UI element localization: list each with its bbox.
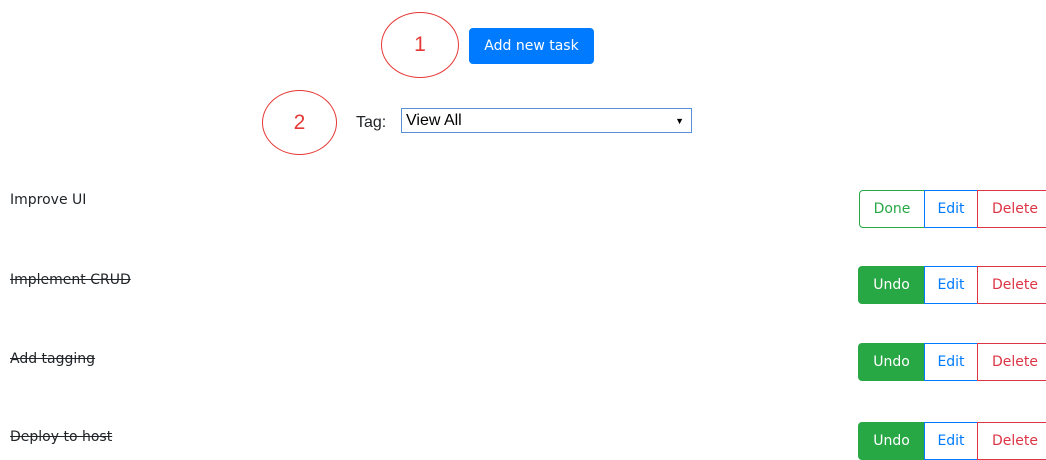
delete-button[interactable]: Delete (977, 190, 1046, 228)
delete-button[interactable]: Delete (977, 266, 1046, 304)
annotation-marker-2: 2 (262, 90, 337, 155)
add-task-button[interactable]: Add new task (469, 28, 594, 64)
delete-button[interactable]: Delete (977, 343, 1046, 381)
undo-button[interactable]: Undo (858, 266, 925, 304)
task-row: Deploy to host Undo Edit Delete (0, 420, 1046, 460)
edit-button[interactable]: Edit (924, 343, 978, 381)
annotation-marker-label: 1 (414, 33, 426, 56)
task-row: Implement CRUD Undo Edit Delete (0, 264, 1046, 304)
tag-filter-value: View All (406, 111, 462, 129)
task-title: Add tagging (10, 351, 96, 367)
task-row: Add tagging Undo Edit Delete (0, 342, 1046, 382)
annotation-marker-label: 2 (293, 110, 306, 134)
task-title: Deploy to host (10, 429, 113, 445)
tag-filter-label: Tag: (356, 114, 387, 131)
tag-filter-select[interactable]: View All ▼ (401, 108, 692, 133)
task-title: Improve UI (10, 192, 87, 208)
annotation-marker-1: 1 (381, 12, 459, 78)
task-title: Implement CRUD (10, 272, 131, 288)
undo-button[interactable]: Undo (858, 343, 925, 381)
undo-button[interactable]: Undo (858, 422, 925, 460)
done-button[interactable]: Done (859, 190, 925, 228)
chevron-down-icon: ▼ (675, 115, 684, 126)
edit-button[interactable]: Edit (924, 266, 978, 304)
edit-button[interactable]: Edit (924, 422, 978, 460)
delete-button[interactable]: Delete (977, 422, 1046, 460)
edit-button[interactable]: Edit (924, 190, 978, 228)
task-row: Improve UI Done Edit Delete (0, 188, 1046, 228)
